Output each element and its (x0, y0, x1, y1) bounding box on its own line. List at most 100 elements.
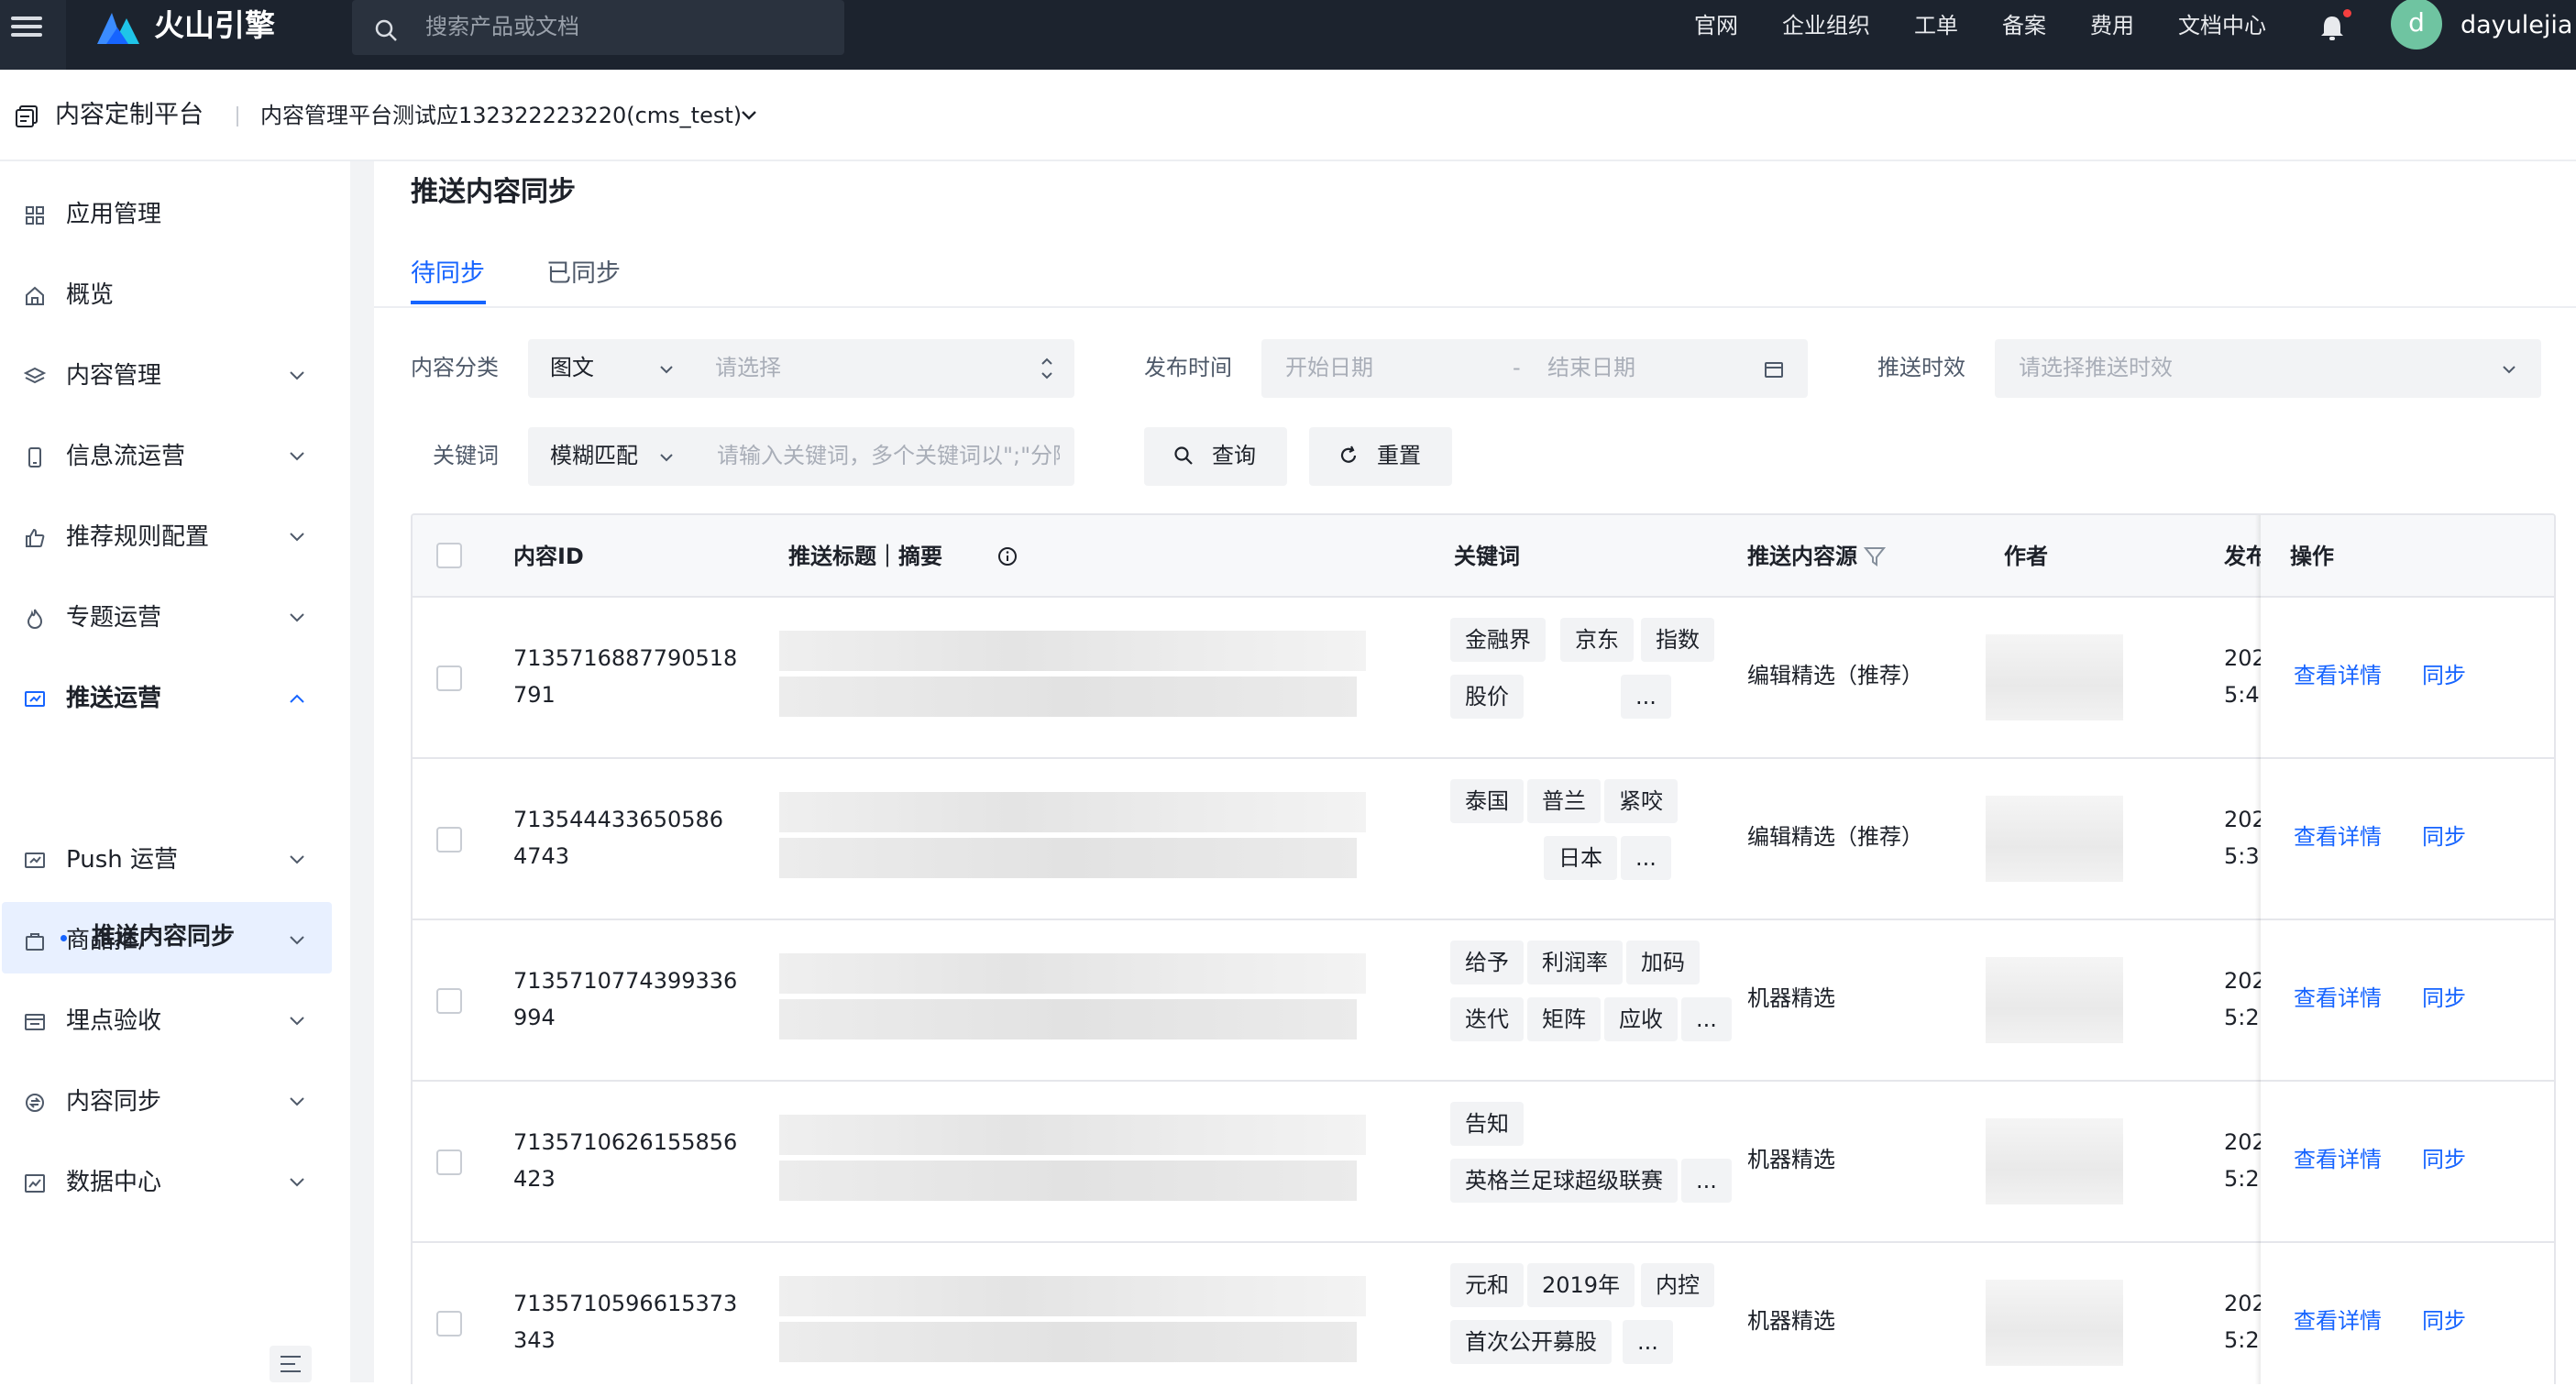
hamburger-menu-button[interactable] (0, 0, 66, 70)
chevron-down-icon (660, 454, 673, 462)
start-date-input[interactable]: 开始日期 (1285, 352, 1373, 383)
actions-cell: 查看详情 同步 (2261, 1082, 2554, 1243)
user-avatar[interactable]: d (2391, 0, 2442, 50)
sidebar-item-push-operation[interactable]: 推送运营 (0, 662, 350, 735)
content-id: 7135710774399336 994 (513, 968, 738, 1030)
column-header-keywords: 关键词 (1454, 544, 1520, 569)
actions-column: 操作 查看详情 同步 查看详情 同步 查看详情 同步 查看详情 同步 查看详情 … (2261, 515, 2554, 1384)
info-icon[interactable] (997, 546, 1018, 566)
nav-tickets[interactable]: 工单 (1914, 9, 1958, 42)
tab-pending-sync[interactable]: 待同步 (411, 257, 485, 292)
row-checkbox[interactable] (436, 666, 462, 691)
sync-link[interactable]: 同步 (2422, 983, 2466, 1014)
sidebar-item-content-management[interactable]: 内容管理 (0, 339, 350, 412)
nav-official-site[interactable]: 官网 (1694, 9, 1738, 42)
filter-icon[interactable] (1863, 544, 1887, 568)
search-icon (375, 19, 397, 41)
content-source: 编辑精选（推荐） (1747, 663, 1923, 688)
row-checkbox[interactable] (436, 1311, 462, 1336)
more-tags[interactable]: ... (1623, 1320, 1673, 1364)
nav-filing[interactable]: 备案 (2002, 9, 2046, 42)
keyword-tag: 加码 (1626, 940, 1700, 984)
date-range-picker[interactable]: 开始日期 - 结束日期 (1261, 339, 1808, 398)
end-date-input[interactable]: 结束日期 (1547, 352, 1635, 383)
sidebar-item-data-center[interactable]: 数据中心 (0, 1146, 350, 1219)
sidebar-item-topic-operation[interactable]: 专题运营 (0, 581, 350, 654)
brand-name[interactable]: 火山引擎 (154, 6, 275, 46)
platform-title: 内容定制平台 (55, 101, 204, 129)
row-checkbox[interactable] (436, 988, 462, 1014)
blurred-author (1986, 1118, 2123, 1204)
chevron-down-icon (290, 533, 304, 542)
home-icon (26, 286, 44, 305)
sync-link[interactable]: 同步 (2422, 821, 2466, 852)
keyword-filter: 模糊匹配 请输入关键词，多个关键词以";"分隔 (528, 427, 1074, 486)
more-tags[interactable]: ... (1681, 997, 1732, 1041)
sidebar-item-overview[interactable]: 概览 (0, 258, 350, 332)
row-checkbox[interactable] (436, 827, 462, 852)
timeliness-select[interactable]: 请选择推送时效 (1995, 339, 2541, 398)
sidebar-item-app-management[interactable]: 应用管理 (0, 178, 350, 251)
keyword-tag: 京东 (1560, 618, 1634, 662)
sync-link[interactable]: 同步 (2422, 1305, 2466, 1336)
more-tags[interactable]: ... (1681, 1159, 1732, 1203)
chevron-down-icon (2503, 366, 2515, 374)
search-button[interactable]: 查询 (1144, 427, 1287, 486)
sidebar-item-label: 数据中心 (66, 1169, 162, 1196)
blurred-author (1986, 1280, 2123, 1366)
more-tags[interactable]: ... (1621, 836, 1671, 880)
keyword-tag: 英格兰足球超级联赛 (1450, 1159, 1678, 1203)
username[interactable]: dayulejia (2460, 9, 2572, 42)
sync-link[interactable]: 同步 (2422, 660, 2466, 691)
sync-link[interactable]: 同步 (2422, 1144, 2466, 1175)
reset-button[interactable]: 重置 (1309, 427, 1452, 486)
category-select[interactable]: 请选择 (715, 352, 781, 383)
table-row: 713544433650586 4743 泰国 普兰 紧咬 日本 ... 编辑精选… (413, 759, 2554, 920)
content-id: 7135716887790518 791 (513, 645, 738, 708)
match-mode-select[interactable]: 模糊匹配 (550, 440, 638, 471)
sidebar-item-push-ops[interactable]: Push 运营 (0, 823, 350, 896)
chevron-down-icon (660, 366, 673, 374)
sidebar-item-label: 内容管理 (66, 362, 162, 390)
date-separator: - (1513, 355, 1521, 380)
content-source: 机器精选 (1747, 1308, 1835, 1334)
select-all-checkbox[interactable] (436, 543, 462, 568)
sync-icon (26, 1094, 44, 1112)
keyword-tag: 内控 (1641, 1263, 1714, 1307)
category-type-select[interactable]: 图文 (550, 352, 594, 383)
table-row: 7135710626155856 423 告知 英格兰足球超级联赛 ... 机器精… (413, 1082, 2554, 1243)
sidebar-item-product-promotion[interactable]: 商品推广 (0, 904, 350, 977)
nav-docs[interactable]: 文档中心 (2178, 9, 2266, 42)
blurred-title (779, 1115, 1403, 1206)
nav-organization[interactable]: 企业组织 (1782, 9, 1870, 42)
view-details-link[interactable]: 查看详情 (2294, 983, 2382, 1014)
collapse-sidebar-button[interactable] (270, 1346, 312, 1382)
view-details-link[interactable]: 查看详情 (2294, 660, 2382, 691)
keyword-tag: 日本 (1544, 836, 1617, 880)
sidebar-item-recommend-rules[interactable]: 推荐规则配置 (0, 500, 350, 574)
keyword-input[interactable]: 请输入关键词，多个关键词以";"分隔 (717, 440, 1060, 471)
sidebar-item-feed-operation[interactable]: 信息流运营 (0, 420, 350, 493)
sidebar-divider (350, 161, 374, 1382)
view-details-link[interactable]: 查看详情 (2294, 1305, 2382, 1336)
view-details-link[interactable]: 查看详情 (2294, 1144, 2382, 1175)
tab-synced[interactable]: 已同步 (546, 257, 621, 292)
more-tags[interactable]: ... (1621, 675, 1671, 719)
row-checkbox[interactable] (436, 1150, 462, 1175)
volcano-logo-icon (97, 13, 139, 44)
app-selector[interactable]: 内容管理平台测试应132322223220(cms_test) (260, 99, 742, 132)
category-filter: 图文 请选择 (528, 339, 1074, 398)
content-id: 7135710596615373 343 (513, 1291, 738, 1353)
chevron-down-icon[interactable] (741, 110, 757, 121)
keyword-tag: 首次公开募股 (1450, 1320, 1612, 1364)
bag-icon (26, 933, 44, 951)
keyword-label: 关键词 (433, 443, 499, 468)
nav-billing[interactable]: 费用 (2090, 9, 2134, 42)
global-search-input[interactable]: 搜索产品或文档 (352, 0, 844, 55)
content-id: 713544433650586 4743 (513, 807, 724, 869)
sidebar-item-tracking-acceptance[interactable]: 埋点验收 (0, 984, 350, 1058)
push-icon (25, 852, 45, 868)
view-details-link[interactable]: 查看详情 (2294, 821, 2382, 852)
actions-cell: 查看详情 同步 (2261, 598, 2554, 759)
sidebar-item-content-sync[interactable]: 内容同步 (0, 1065, 350, 1138)
